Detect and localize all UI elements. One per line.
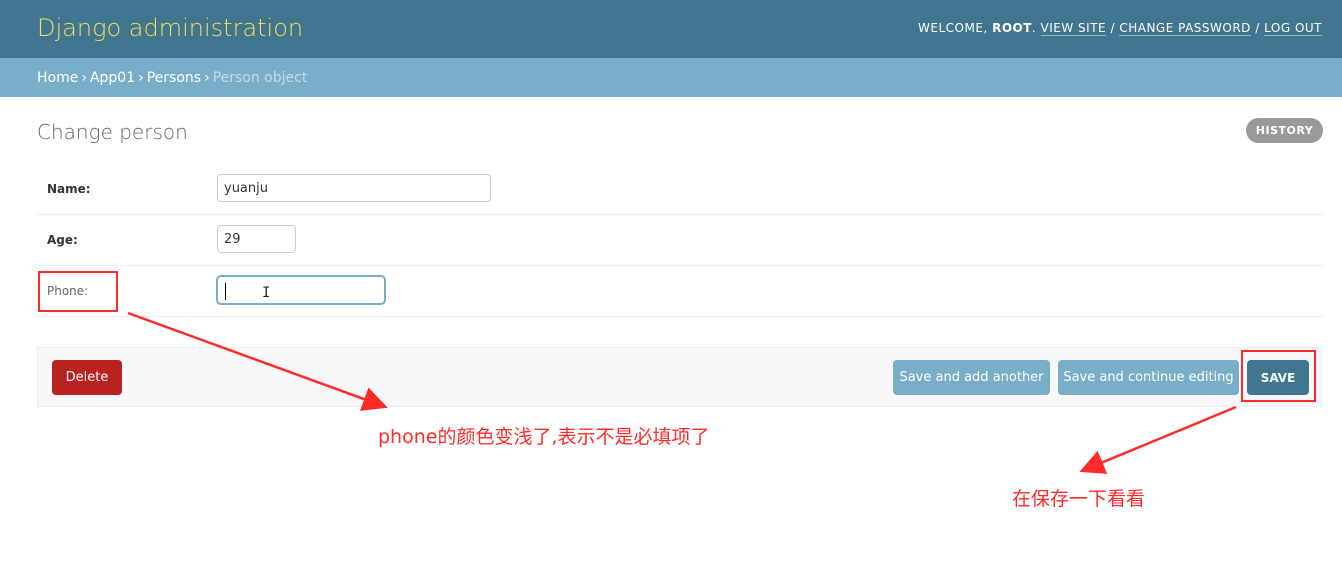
- annotation-arrows: [127, 311, 1237, 474]
- annotation-arrow-save: [1079, 405, 1237, 474]
- annotation-save-note: 在保存一下看看: [1012, 488, 1146, 510]
- annotation-phone-note: phone的颜色变浅了,表示不是必填项了: [378, 426, 710, 448]
- annotation-arrow-phone: [127, 311, 388, 411]
